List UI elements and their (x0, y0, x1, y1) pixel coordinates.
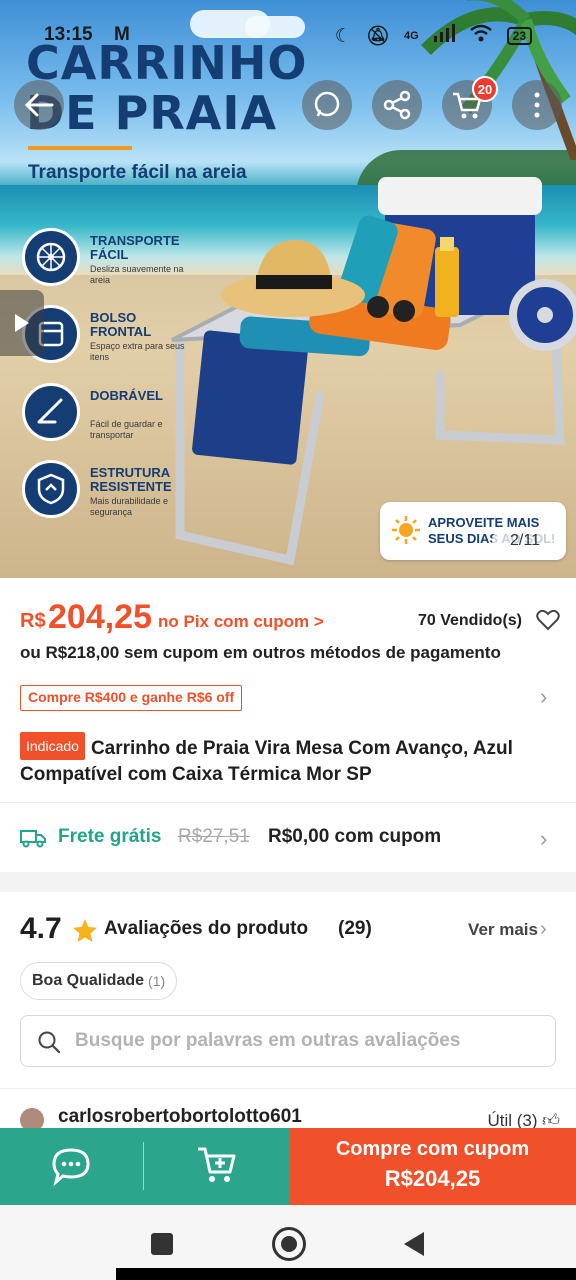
network-type: 4G (403, 30, 419, 42)
review-search-input[interactable] (75, 1026, 535, 1056)
title-underline (28, 146, 132, 150)
pix-coupon-link[interactable]: no Pix com cupom > (158, 612, 324, 632)
section-gap (0, 872, 576, 892)
fold-icon (22, 383, 80, 441)
mute-icon: 🔕︎ (365, 26, 390, 47)
whatsapp-share-button[interactable] (302, 80, 352, 130)
review-username: carlosrobertobortolotto601 (58, 1106, 302, 1127)
divider (143, 1142, 144, 1190)
favorite-button[interactable] (536, 609, 560, 636)
feature-title: TRANSPORTE FÁCIL (90, 233, 180, 262)
wheel-icon (22, 228, 80, 286)
heart-icon (536, 609, 560, 631)
add-to-cart-icon (198, 1147, 236, 1182)
reviews-title: Avaliações do produto (104, 918, 309, 939)
shipping-row[interactable]: Frete grátis R$27,51 R$0,00 com cupom (20, 824, 560, 854)
feature-desc: Espaço extra para seus itens (90, 341, 185, 362)
recommended-tag: Indicado (20, 732, 85, 760)
feature-desc: Desliza suavemente na areia (90, 264, 184, 285)
alt-price-text: ou R$218,00 sem cupom em outros métodos … (20, 643, 501, 662)
bottom-action-bar: Compre com cupom R$204,25 (0, 1128, 576, 1205)
home-button[interactable] (272, 1227, 306, 1261)
video-play-button[interactable] (0, 290, 44, 356)
image-counter: 2/11 (492, 527, 558, 555)
feature-desc: Mais durabilidade e segurança (90, 496, 169, 517)
chevron-right-icon[interactable]: › (540, 826, 547, 852)
cart-button[interactable]: 20 (442, 76, 498, 130)
star-icon (73, 919, 97, 942)
chip-label: Boa Qualidade (32, 972, 145, 989)
wifi-icon (469, 24, 493, 48)
add-to-cart-button[interactable] (196, 1144, 240, 1191)
battery-icon: 23 (506, 27, 532, 45)
coupon-offer[interactable]: Compre R$400 e ganhe R$6 off (20, 685, 243, 711)
chevron-right-icon[interactable]: › (540, 684, 547, 710)
price-currency: R$ (20, 610, 46, 632)
price-amount: 204,25 (48, 598, 152, 636)
shield-icon (22, 460, 80, 518)
see-more-reviews-link[interactable]: Ver mais (468, 920, 538, 940)
divider (0, 802, 576, 803)
sun-icon (392, 516, 420, 544)
product-image-carousel[interactable]: 13:15 M ☾ 🔕︎ 4G 23 CARRINHO DE PRAIA Tra… (0, 0, 576, 578)
back-nav-button[interactable] (404, 1232, 424, 1256)
buy-button-label: Compre com cupom (335, 1138, 530, 1160)
share-icon (383, 90, 411, 120)
reviews-count: (29) (338, 918, 372, 939)
free-shipping-label: Frete grátis (58, 826, 162, 847)
cart-count-badge: 20 (472, 76, 498, 102)
share-button[interactable] (372, 80, 422, 130)
status-icons: ☾ 🔕︎ 4G 23 (335, 24, 532, 48)
truck-icon (20, 830, 46, 848)
hero-title-line2: DE PRAIA (26, 86, 278, 140)
feature-desc: Fácil de guardar e transportar (90, 419, 163, 440)
back-button[interactable] (14, 80, 64, 130)
gesture-bar (116, 1268, 576, 1280)
review-filter-chip[interactable]: Boa Qualidade (1) (20, 962, 178, 1000)
product-title: Indicado Carrinho de Praia Vira Mesa Com … (20, 732, 560, 788)
product-title-text: Carrinho de Praia Vira Mesa Com Avanço, … (20, 738, 513, 785)
chevron-right-icon[interactable]: › (540, 918, 547, 941)
back-arrow-icon (24, 93, 54, 117)
feature-title: BOLSO FRONTAL (90, 310, 152, 339)
signal-icon (433, 24, 455, 48)
search-icon (38, 1031, 61, 1054)
chip-count: (1) (148, 973, 166, 989)
sold-count: 70 Vendido(s) (417, 612, 522, 629)
whatsapp-icon (314, 91, 340, 117)
price-row: R$ 204,25 no Pix com cupom > 70 Vendido(… (20, 598, 560, 638)
divider (0, 1088, 576, 1089)
shipping-new-price: R$0,00 com cupom (268, 826, 442, 847)
chat-icon (52, 1148, 90, 1187)
review-search-box[interactable] (20, 1015, 556, 1067)
play-icon (15, 314, 29, 332)
feature-title: DOBRÁVEL (90, 388, 163, 403)
more-options-button[interactable] (512, 80, 562, 130)
buy-with-coupon-button[interactable]: Compre com cupom R$204,25 (289, 1128, 576, 1205)
buy-button-price: R$204,25 (384, 1166, 481, 1191)
recents-button[interactable] (151, 1233, 173, 1255)
shipping-old-price: R$27,51 (178, 826, 250, 847)
hero-subtitle: Transporte fácil na areia (28, 162, 247, 183)
chat-button[interactable] (50, 1146, 92, 1191)
hero-title-line1: CARRINHO (26, 36, 308, 90)
feature-title: ESTRUTURA RESISTENTE (90, 465, 172, 494)
more-vertical-icon (534, 92, 540, 118)
bottom-left-actions (0, 1128, 289, 1205)
moon-icon: ☾ (334, 25, 352, 47)
rating-value: 4.7 (20, 912, 62, 945)
